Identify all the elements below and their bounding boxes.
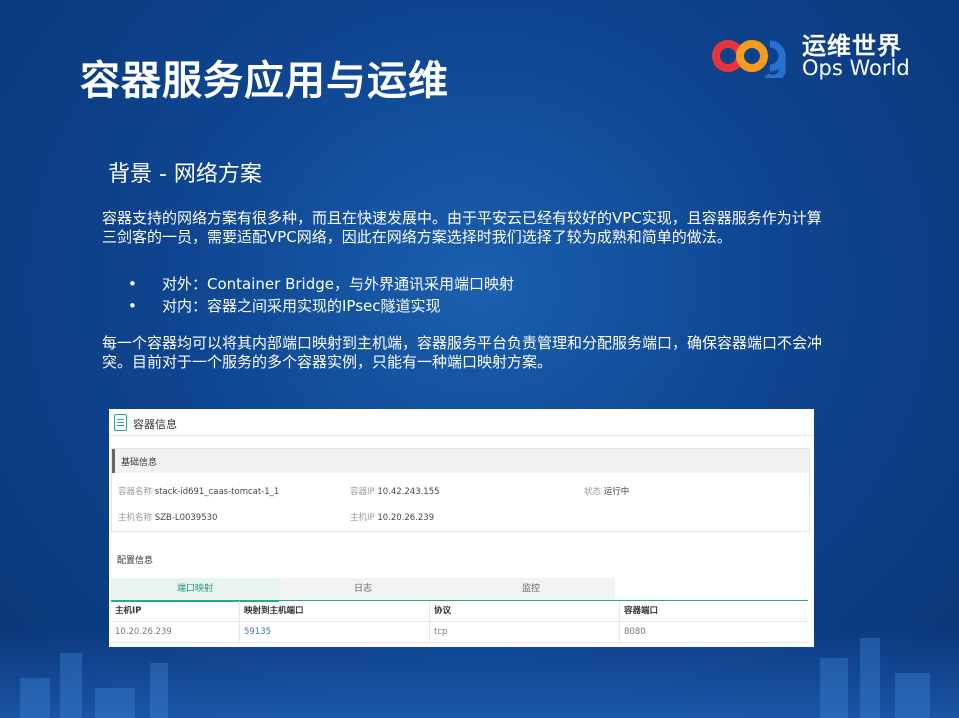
basic-info-title: 基础信息 bbox=[121, 458, 158, 468]
column-header-host-ip: 主机IP bbox=[115, 606, 142, 616]
host-name-label: 主机名称 bbox=[118, 513, 153, 523]
bullet-item: • 对内：容器之间采用实现的IPsec隧道实现 bbox=[128, 296, 514, 318]
config-info-title: 配置信息 bbox=[117, 556, 154, 566]
tab-monitoring[interactable]: 监控 bbox=[447, 578, 615, 600]
bullet-marker: • bbox=[128, 297, 137, 315]
bullet-item: • 对外：Container Bridge，与外界通讯采用端口映射 bbox=[128, 274, 514, 296]
container-info-panel: 容器信息 基础信息 容器名称 stack-id691_caas-tomcat-1… bbox=[109, 409, 814, 647]
container-name-field: 容器名称 stack-id691_caas-tomcat-1_1 bbox=[118, 485, 279, 497]
table-row: 10.20.26.239 59135 tcp 8080 bbox=[111, 622, 808, 643]
bullet-text: 对内：容器之间采用实现的IPsec隧道实现 bbox=[162, 297, 441, 315]
intro-paragraph: 容器支持的网络方案有很多种，而且在快速发展中。由于平安云已经有较好的VPC实现，… bbox=[102, 209, 822, 246]
port-mapping-paragraph: 每一个容器均可以将其内部端口映射到主机端，容器服务平台负责管理和分配服务端口，确… bbox=[102, 334, 823, 371]
host-ip-value: 10.20.26.239 bbox=[377, 513, 435, 523]
host-name-value: SZB-L0039530 bbox=[154, 513, 218, 523]
cell-container-port: 8080 bbox=[619, 622, 809, 642]
basic-info-section: 基础信息 容器名称 stack-id691_caas-tomcat-1_1 容器… bbox=[111, 448, 810, 532]
tab-port-mapping[interactable]: 端口映射 bbox=[111, 578, 279, 602]
bullet-marker: • bbox=[128, 275, 137, 293]
logo-text-en: Ops World bbox=[802, 56, 910, 80]
tab-logs[interactable]: 日志 bbox=[279, 578, 447, 600]
slide-title: 容器服务应用与运维 bbox=[80, 58, 449, 104]
status-value: 运行中 bbox=[603, 487, 630, 497]
section-subtitle: 背景 - 网络方案 bbox=[108, 162, 262, 187]
column-header-container-port: 容器端口 bbox=[619, 601, 809, 621]
port-mapping-table: 主机IP 映射到主机端口 协议 容器端口 10.20.26.239 59135 … bbox=[111, 601, 808, 643]
bullet-list: • 对外：Container Bridge，与外界通讯采用端口映射 • 对内：容器之… bbox=[128, 274, 514, 318]
config-tabs: 端口映射 日志 监控 bbox=[111, 578, 616, 602]
host-ip-label: 主机IP bbox=[350, 513, 375, 523]
column-header-host-port: 映射到主机端口 bbox=[239, 601, 430, 621]
container-name-value: stack-id691_caas-tomcat-1_1 bbox=[154, 487, 280, 497]
host-ip-field: 主机IP 10.20.26.239 bbox=[350, 511, 434, 523]
panel-header: 容器信息 bbox=[109, 409, 814, 436]
basic-info-header: 基础信息 bbox=[112, 449, 809, 473]
container-ip-label: 容器IP bbox=[350, 487, 375, 497]
container-name-label: 容器名称 bbox=[118, 487, 153, 497]
ops-world-logo: 运维世界 Ops World bbox=[712, 22, 942, 86]
document-icon bbox=[114, 414, 127, 431]
table-header-row: 主机IP 映射到主机端口 协议 容器端口 bbox=[111, 601, 808, 622]
cell-host-ip: 10.20.26.239 bbox=[115, 627, 172, 637]
container-ip-value: 10.42.243.155 bbox=[377, 487, 440, 497]
status-label: 状态 bbox=[584, 487, 602, 497]
host-name-field: 主机名称 SZB-L0039530 bbox=[118, 511, 217, 523]
bullet-text: 对外：Container Bridge，与外界通讯采用端口映射 bbox=[162, 275, 514, 293]
status-field: 状态 运行中 bbox=[584, 485, 629, 497]
cell-protocol: tcp bbox=[429, 622, 620, 642]
panel-title: 容器信息 bbox=[133, 418, 177, 431]
cell-host-port-link[interactable]: 59135 bbox=[239, 622, 430, 642]
container-ip-field: 容器IP 10.42.243.155 bbox=[350, 485, 440, 497]
ops-logo-mark-icon bbox=[712, 40, 786, 78]
column-header-protocol: 协议 bbox=[429, 601, 620, 621]
